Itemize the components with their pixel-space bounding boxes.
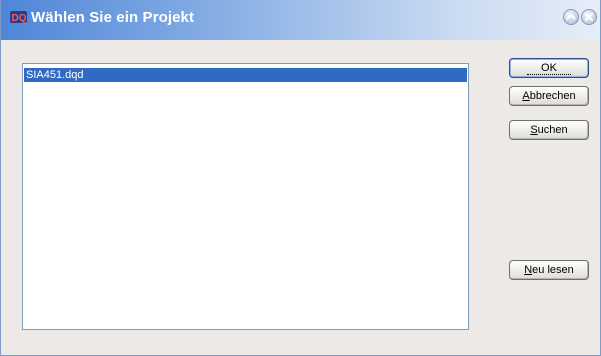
chevron-up-icon[interactable] bbox=[563, 9, 579, 25]
app-icon: DQ bbox=[10, 10, 27, 24]
project-listbox[interactable]: SIA451.dqd bbox=[22, 63, 469, 330]
ok-button[interactable]: OK bbox=[509, 58, 589, 78]
search-button-accel: S bbox=[530, 124, 538, 136]
ok-button-label: OK bbox=[527, 62, 571, 75]
close-icon[interactable] bbox=[581, 9, 597, 25]
cancel-button-accel: A bbox=[522, 90, 530, 102]
reload-button-label: eu lesen bbox=[532, 264, 574, 276]
search-button[interactable]: Suchen bbox=[509, 120, 589, 140]
list-item[interactable]: SIA451.dqd bbox=[24, 68, 467, 82]
cancel-button-label: bbrechen bbox=[529, 90, 576, 102]
project-select-dialog: DQ Wählen Sie ein Projekt SIA451.dqd OK … bbox=[0, 0, 601, 356]
reload-button[interactable]: Neu lesen bbox=[509, 260, 589, 280]
reload-button-accel: N bbox=[524, 264, 533, 276]
title-bar[interactable]: DQ Wählen Sie ein Projekt bbox=[1, 0, 600, 40]
svg-text:DQ: DQ bbox=[12, 13, 27, 24]
cancel-button[interactable]: Abbrechen bbox=[509, 86, 589, 106]
search-button-label: uchen bbox=[537, 124, 568, 136]
window-title: Wählen Sie ein Projekt bbox=[31, 9, 195, 26]
